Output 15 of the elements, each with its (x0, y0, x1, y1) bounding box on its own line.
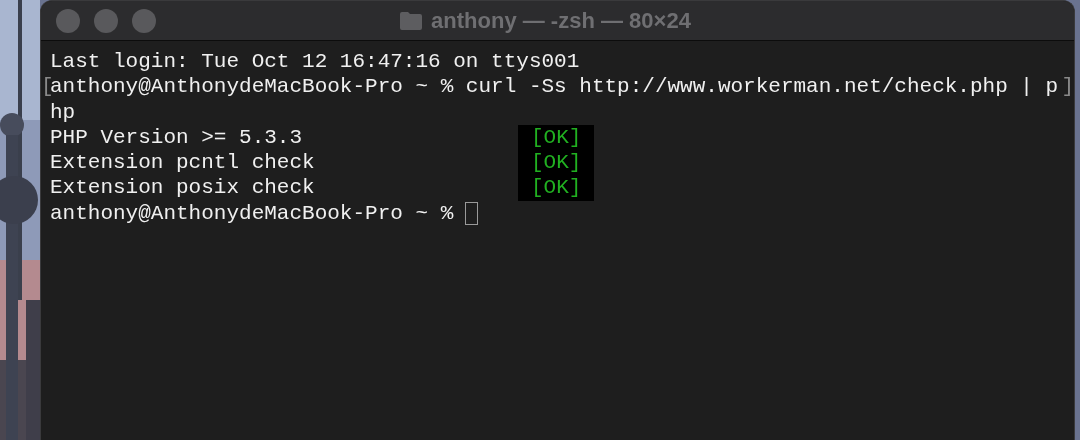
close-button[interactable] (56, 9, 80, 33)
terminal-line: Extension pcntl check (50, 150, 316, 176)
status-text: [OK] (518, 150, 595, 176)
terminal-line: Last login: Tue Oct 12 16:47:16 on ttys001 (50, 49, 580, 75)
terminal-line: PHP Version >= 5.3.3 (50, 124, 304, 151)
status-text: [OK] (518, 124, 595, 151)
terminal-line: Extension posix check (50, 175, 316, 201)
mark-bracket: ] (1061, 74, 1074, 100)
status-text: [OK] (518, 175, 595, 201)
zoom-button[interactable] (132, 9, 156, 33)
window-title: anthony — -zsh — 80×24 (431, 7, 691, 35)
terminal-line: anthony@AnthonydeMacBook-Pro ~ % (50, 200, 454, 227)
folder-icon (399, 10, 424, 31)
terminal-line: hp (50, 99, 76, 125)
minimize-button[interactable] (94, 9, 118, 33)
